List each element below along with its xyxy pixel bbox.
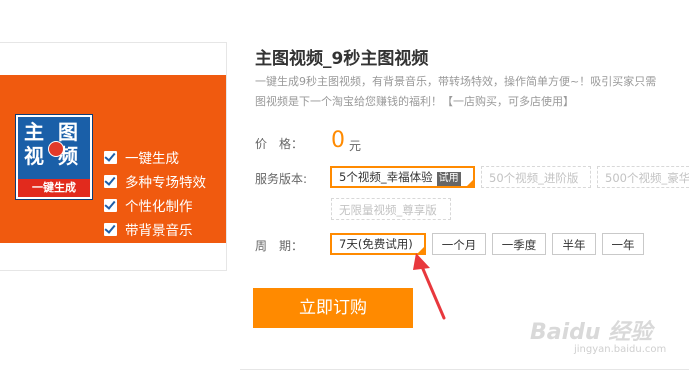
divider bbox=[240, 369, 689, 370]
watermark-url: jingyan.baidu.com bbox=[574, 344, 667, 355]
watermark-logo: Baidu 经验 bbox=[530, 320, 653, 345]
